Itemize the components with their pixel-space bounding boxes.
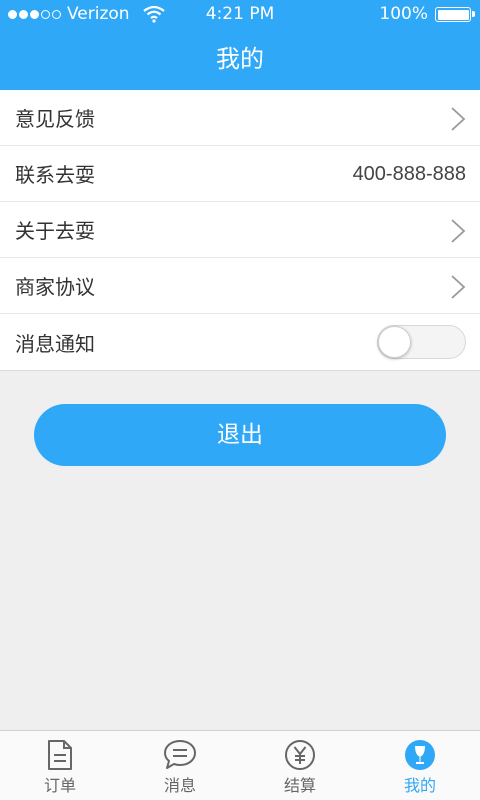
tab-settlement[interactable]: 结算	[240, 731, 360, 800]
document-icon	[48, 740, 72, 770]
feedback-row[interactable]: 意见反馈	[0, 90, 480, 146]
contact-phone[interactable]: 400-888-888	[353, 146, 466, 202]
agreement-row[interactable]: 商家协议	[0, 258, 480, 314]
tab-bar: 订单 消息 结算 我的	[0, 730, 480, 800]
tab-messages[interactable]: 消息	[120, 731, 240, 800]
contact-row[interactable]: 联系去耍 400-888-888	[0, 146, 480, 202]
battery-percent: 100%	[379, 4, 428, 24]
about-label: 关于去耍	[15, 219, 95, 243]
tab-orders[interactable]: 订单	[0, 731, 120, 800]
agreement-label: 商家协议	[15, 275, 95, 299]
battery-icon	[435, 7, 475, 22]
contact-label: 联系去耍	[15, 163, 95, 187]
notifications-label: 消息通知	[15, 331, 95, 356]
page-title: 我的	[0, 28, 480, 90]
tab-profile[interactable]: 我的	[360, 731, 480, 800]
tab-label: 订单	[43, 776, 76, 795]
yen-icon	[285, 740, 315, 770]
feedback-label: 意见反馈	[15, 107, 95, 131]
chevron-right-icon	[451, 275, 466, 299]
tab-label: 我的	[403, 776, 436, 795]
chevron-right-icon	[451, 107, 466, 131]
logout-button[interactable]: 退出	[34, 404, 446, 466]
tab-label: 结算	[283, 776, 316, 795]
notifications-row: 消息通知	[0, 314, 480, 370]
profile-icon	[405, 740, 435, 770]
toggle-knob	[378, 326, 411, 358]
chat-bubble-icon	[164, 740, 196, 769]
status-bar: Verizon 4:21 PM 100%	[0, 0, 480, 28]
notifications-toggle[interactable]	[377, 325, 466, 359]
settings-list: 意见反馈 联系去耍 400-888-888 关于去耍 商家协议 消息通知	[0, 90, 480, 371]
about-row[interactable]: 关于去耍	[0, 202, 480, 258]
tab-label: 消息	[163, 776, 196, 795]
chevron-right-icon	[451, 219, 466, 243]
